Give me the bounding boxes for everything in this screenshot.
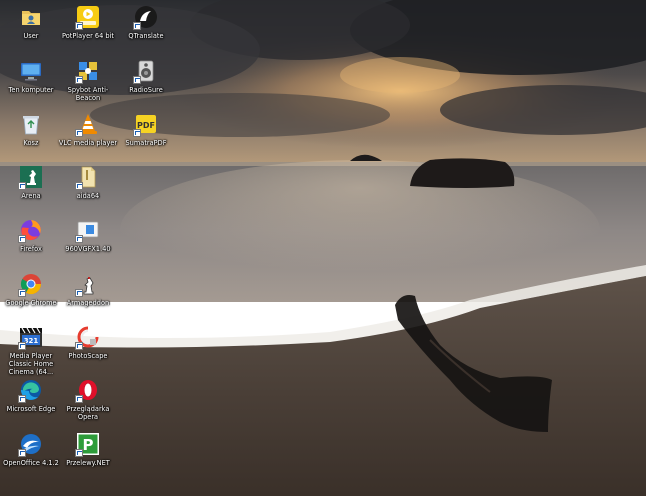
desktop-icon-label: aida64 — [76, 192, 100, 200]
desktop-icon-label: Microsoft Edge — [6, 405, 56, 413]
desktop-icon-960vgfx[interactable]: 960VGFX1.40 — [57, 218, 119, 270]
qtranslate-icon — [133, 5, 158, 30]
desktop-icon-label: VLC media player — [58, 139, 118, 147]
desktop-icon-label: Ten komputer — [8, 86, 54, 94]
desktop-icon-label: Arena — [21, 192, 41, 200]
desktop-icon-label: User — [23, 32, 39, 40]
shortcut-arrow-icon — [75, 22, 83, 30]
desktop-icon-opera[interactable]: Przeglądarka Opera — [57, 378, 119, 430]
arena-chess-icon — [18, 165, 43, 190]
desktop-icon-vlc[interactable]: VLC media player — [57, 112, 119, 164]
shortcut-arrow-icon — [133, 76, 141, 84]
desktop-icon-qtranslate[interactable]: QTranslate — [115, 5, 177, 57]
shortcut-arrow-icon — [18, 342, 26, 350]
shortcut-arrow-icon — [133, 22, 141, 30]
desktop-icon-sumatrapdf[interactable]: PDF SumatraPDF — [115, 112, 177, 164]
vlc-icon — [75, 112, 100, 137]
desktop-icon-label: PotPlayer 64 bit — [61, 32, 115, 40]
desktop-icon-kosz[interactable]: Kosz — [0, 112, 62, 164]
computer-icon — [19, 59, 43, 83]
shortcut-arrow-icon — [75, 235, 83, 243]
desktop-icon-label: Firefox — [20, 245, 42, 253]
armageddon-icon — [75, 272, 100, 297]
user-folder-icon — [19, 5, 43, 29]
mpc-hc-icon: 321 — [18, 325, 43, 350]
shortcut-arrow-icon — [18, 449, 26, 457]
aida64-icon — [75, 165, 100, 190]
desktop-icon-google-chrome[interactable]: Google Chrome — [0, 272, 62, 324]
photoscape-icon — [75, 325, 100, 350]
chrome-icon — [18, 272, 43, 297]
openoffice-icon — [18, 432, 43, 457]
desktop-icon-armageddon[interactable]: Armageddon — [57, 272, 119, 324]
desktop-icon-label: SumatraPDF — [125, 139, 167, 147]
spybot-icon — [75, 59, 100, 84]
shortcut-arrow-icon — [75, 342, 83, 350]
shortcut-arrow-icon — [75, 449, 83, 457]
recycle-bin-icon — [19, 112, 43, 136]
radiosure-icon — [133, 59, 158, 84]
desktop-icon-label: QTranslate — [128, 32, 164, 40]
desktop-icon-ten-komputer[interactable]: Ten komputer — [0, 59, 62, 111]
desktop-icon-label: 960VGFX1.40 — [65, 245, 111, 253]
desktop-icon-potplayer[interactable]: PotPlayer 64 bit — [57, 5, 119, 57]
desktop-icon-label: OpenOffice 4.1.2 — [3, 459, 59, 467]
svg-text:P: P — [83, 436, 94, 454]
desktop-icon-firefox[interactable]: Firefox — [0, 218, 62, 270]
desktop-icon-label: Przelewy.NET — [66, 459, 110, 467]
desktop-icon-label: Spybot Anti-Beacon — [67, 86, 109, 102]
sumatrapdf-icon: PDF — [133, 112, 158, 137]
desktop-icon-photoscape[interactable]: PhotoScape — [57, 325, 119, 377]
desktop-icon-mpc-hc[interactable]: 321 Media Player Classic Home Cinema (64… — [0, 325, 62, 377]
shortcut-arrow-icon — [75, 76, 83, 84]
edge-icon — [18, 378, 43, 403]
desktop-icon-user[interactable]: User — [0, 5, 62, 57]
960vgfx-icon — [75, 218, 100, 243]
desktop-icon-label: Kosz — [23, 139, 39, 147]
shortcut-arrow-icon — [18, 182, 26, 190]
desktop-icon-spybot[interactable]: Spybot Anti-Beacon — [57, 59, 119, 111]
shortcut-arrow-icon — [75, 129, 83, 137]
shortcut-arrow-icon — [18, 235, 26, 243]
desktop-icon-label: Media Player Classic Home Cinema (64... — [8, 352, 54, 376]
desktop-icon-label: RadioSure — [129, 86, 163, 94]
firefox-icon — [18, 218, 43, 243]
desktop-icon-microsoft-edge[interactable]: Microsoft Edge — [0, 378, 62, 430]
shortcut-arrow-icon — [75, 182, 83, 190]
shortcut-arrow-icon — [75, 395, 83, 403]
desktop-icon-label: Armageddon — [66, 299, 110, 307]
desktop-icon-openoffice[interactable]: OpenOffice 4.1.2 — [0, 432, 62, 484]
shortcut-arrow-icon — [133, 129, 141, 137]
desktop-icon-label: Google Chrome — [5, 299, 57, 307]
desktop-icon-radiosure[interactable]: RadioSure — [115, 59, 177, 111]
desktop-icon-przelewy[interactable]: P Przelewy.NET — [57, 432, 119, 484]
shortcut-arrow-icon — [18, 395, 26, 403]
potplayer-icon — [75, 5, 100, 30]
desktop-icon-label: PhotoScape — [68, 352, 108, 360]
shortcut-arrow-icon — [75, 289, 83, 297]
desktop-icon-label: Przeglądarka Opera — [66, 405, 110, 421]
desktop-icon-arena[interactable]: Arena — [0, 165, 62, 217]
przelewy-icon: P — [75, 432, 100, 457]
desktop-icon-aida64[interactable]: aida64 — [57, 165, 119, 217]
opera-icon — [75, 378, 100, 403]
shortcut-arrow-icon — [18, 289, 26, 297]
